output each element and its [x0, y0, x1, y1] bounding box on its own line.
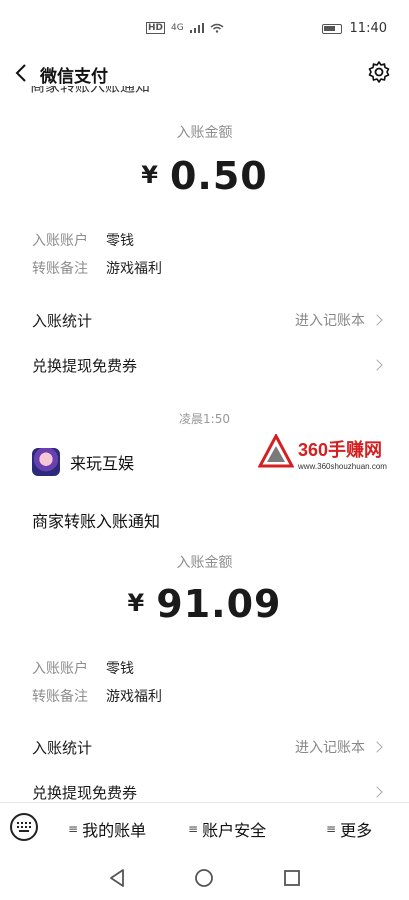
memo-value: 游戏福利 — [106, 689, 162, 705]
currency-symbol: ¥ — [127, 589, 145, 617]
ledger-link[interactable]: 进入记账本 — [295, 737, 383, 757]
account-row-1: 入账账户 零钱 — [32, 230, 134, 250]
account-row-2: 入账账户 零钱 — [32, 658, 134, 678]
chevron-right-icon — [371, 786, 383, 798]
voucher-label: 兑换提现免费券 — [32, 783, 138, 802]
memo-key: 转账备注 — [32, 689, 88, 705]
network-type: 4G — [171, 23, 184, 33]
amount-label: 入账金额 — [176, 125, 233, 141]
watermark-logo-icon — [258, 434, 294, 468]
chevron-right-icon — [371, 741, 383, 753]
amount-value: 0.50 — [169, 154, 268, 198]
voucher-row-1[interactable]: 兑换提现免费券 — [32, 351, 383, 379]
stats-label: 入账统计 — [32, 311, 93, 330]
amount-label-1: 入账金额 — [0, 122, 409, 142]
clock: 11:40 — [349, 21, 387, 36]
hd-badge: HD — [146, 22, 166, 34]
battery-icon — [321, 23, 342, 34]
system-nav-bar — [0, 855, 409, 900]
ledger-link-label: 进入记账本 — [295, 313, 365, 329]
stats-label: 入账统计 — [32, 738, 93, 757]
account-key: 入账账户 — [32, 661, 88, 677]
notice-title: 商家转账入账通知 — [32, 512, 161, 531]
chevron-right-icon — [371, 314, 383, 326]
account-value: 零钱 — [106, 233, 134, 249]
nav-back-icon[interactable] — [106, 867, 128, 889]
ledger-link[interactable]: 进入记账本 — [295, 310, 383, 330]
amount-value: 91.09 — [156, 582, 282, 626]
status-bar: HD 4G 11:40 — [0, 0, 409, 60]
signal-indicators: HD 4G — [146, 22, 224, 34]
stats-row-1[interactable]: 入账统计 进入记账本 — [32, 306, 383, 334]
voucher-label: 兑换提现免费券 — [32, 356, 138, 375]
account-key: 入账账户 — [32, 233, 88, 249]
bottom-menu: ≡ 我的账单 ≡ 账户安全 ≡ 更多 — [0, 802, 409, 852]
merchant-avatar[interactable] — [32, 448, 60, 476]
keyboard-toggle-icon[interactable] — [10, 813, 38, 841]
ledger-link-label: 进入记账本 — [295, 740, 365, 756]
memo-row-2: 转账备注 游戏福利 — [32, 686, 162, 706]
menu-label: 更多 — [340, 821, 373, 840]
nav-home-icon[interactable] — [193, 867, 215, 889]
status-right: 11:40 — [321, 21, 387, 36]
watermark-url: www.360shouzhuan.com — [298, 462, 387, 471]
memo-row-1: 转账备注 游戏福利 — [32, 258, 162, 278]
amount-label: 入账金额 — [176, 555, 233, 571]
merchant-name: 来玩互娱 — [70, 454, 135, 473]
menu-icon: ≡ — [68, 822, 79, 836]
amount-label-2: 入账金额 — [0, 552, 409, 572]
amount-row-2: ¥91.09 — [0, 582, 409, 626]
menu-label: 账户安全 — [202, 821, 267, 840]
chevron-right-icon — [371, 359, 383, 371]
watermark-title: 360手赚网 — [298, 440, 383, 460]
menu-account-security[interactable]: ≡ 账户安全 — [188, 817, 266, 841]
memo-key: 转账备注 — [32, 261, 88, 277]
account-value: 零钱 — [106, 661, 134, 677]
menu-my-bills[interactable]: ≡ 我的账单 — [68, 817, 146, 841]
stats-row-2[interactable]: 入账统计 进入记账本 — [32, 733, 383, 761]
menu-more[interactable]: ≡ 更多 — [326, 817, 372, 841]
message-time: 凌晨1:50 — [179, 412, 230, 426]
watermark: 360手赚网 www.360shouzhuan.com — [256, 430, 406, 480]
amount-row-1: ¥0.50 — [0, 154, 409, 198]
merchant-header[interactable]: 来玩互娱 — [32, 448, 134, 476]
memo-value: 游戏福利 — [106, 261, 162, 277]
currency-symbol: ¥ — [141, 161, 158, 189]
signal-icon — [189, 23, 204, 33]
gear-icon[interactable] — [367, 60, 391, 84]
cutoff-title: 商家转账入账通知 — [30, 86, 151, 95]
wifi-icon — [210, 23, 224, 33]
menu-icon: ≡ — [326, 822, 337, 836]
nav-recent-icon[interactable] — [281, 867, 303, 889]
menu-icon: ≡ — [188, 822, 199, 836]
page-title: 微信支付 — [40, 67, 108, 87]
back-icon[interactable] — [10, 58, 34, 88]
menu-label: 我的账单 — [82, 821, 147, 840]
